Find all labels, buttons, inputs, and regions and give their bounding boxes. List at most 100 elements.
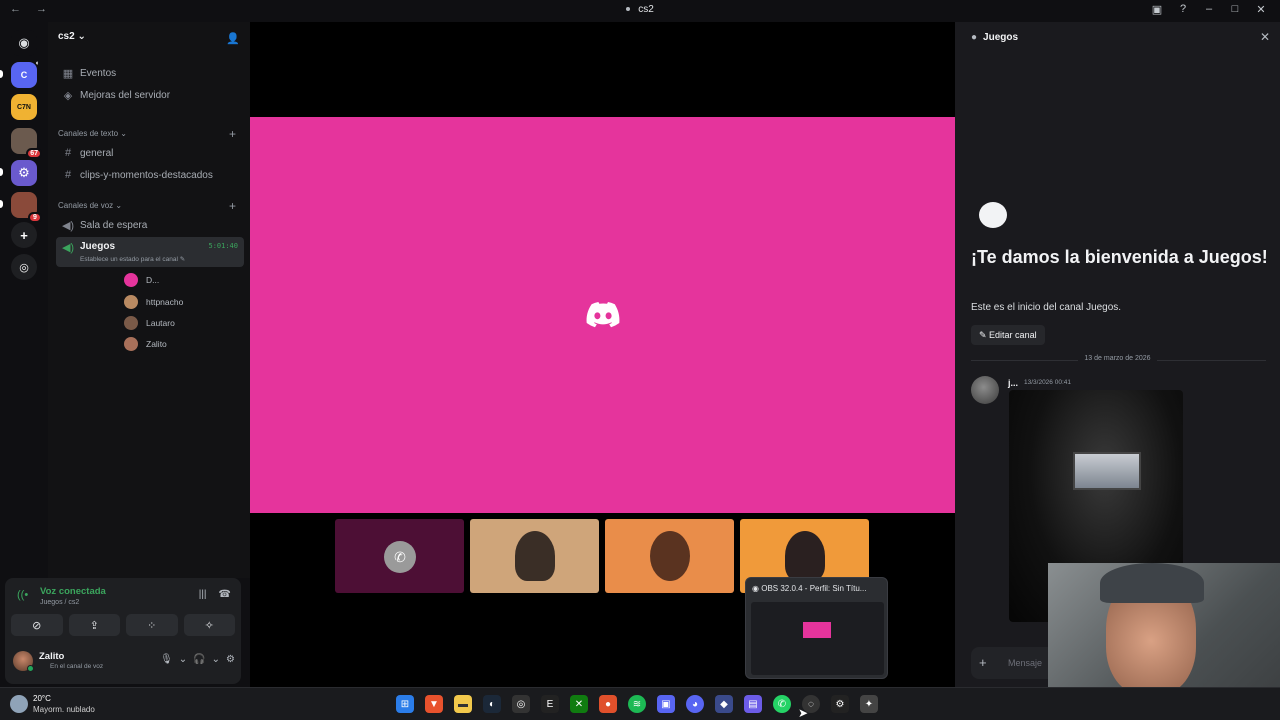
discord-home-icon[interactable]: ◉ [11,30,37,56]
channel-status[interactable]: Establece un estado para el canal ✎ [80,255,185,263]
pencil-icon: ✎ [979,329,990,340]
soundboard-button[interactable]: ✧ [183,614,235,636]
voice-user[interactable]: Lautaro [124,314,175,332]
edit-channel-button[interactable]: ✎ Editar canal [971,325,1045,345]
screen-share-button[interactable]: ⇪ [68,614,120,636]
activities-button[interactable]: ⁘ [126,614,178,636]
voice-category[interactable]: Canales de voz ⌄ + [58,199,242,213]
message-placeholder: Mensaje [1008,658,1043,668]
speaker-icon: ◖ [34,60,39,67]
window-title: cs2 [638,4,654,15]
avatar [124,316,138,330]
invite-icon[interactable]: 👤 [226,32,240,45]
spotify-icon[interactable]: ≋ [628,695,646,713]
chat-bubble-icon: ● [971,32,978,43]
events-item[interactable]: ▦ Eventos [56,63,244,83]
user-panel: ((• Voz conectada Juegos / cs2 ||| ☎ ⊘ ⇪… [5,578,241,684]
add-server-icon[interactable]: + [11,222,37,248]
title-bar: ← → cs2 ▣ ? – □ ✕ [0,0,1280,22]
maximize-button[interactable]: □ [1228,3,1242,16]
message-author[interactable]: j... [1008,378,1018,388]
message-timestamp: 13/3/2026 00:41 [1024,379,1071,386]
steam-icon[interactable]: ◐ [483,695,501,713]
file-explorer-icon[interactable]: ▬ [454,695,472,713]
phone-icon: ✆ [384,541,416,573]
gamepad-icon[interactable]: ▣ [657,695,675,713]
whatsapp-icon[interactable]: ✆ [773,695,791,713]
obs-taskbar-icon[interactable]: ◎ [512,695,530,713]
signal-icon: ((• [17,589,29,601]
add-attachment-icon[interactable]: + [979,655,987,670]
settings-icon[interactable]: ⚙ [831,695,849,713]
add-channel-icon[interactable]: + [229,127,236,141]
obs-icon: ◉ [752,584,759,593]
user-status: En el canal de voz [50,663,104,670]
channel-general[interactable]: # general [56,143,244,163]
app-icon[interactable]: ▤ [744,695,762,713]
voice-user[interactable]: Zalito [124,335,167,353]
avatar[interactable] [971,376,999,404]
xbox-icon[interactable]: ✕ [570,695,588,713]
channel-juegos[interactable]: ◀) Juegos 5:01:40 Establece un estado par… [56,237,244,267]
online-status-icon [27,665,34,672]
discord-taskbar-icon[interactable]: ◕ [686,695,704,713]
user-row[interactable]: Zalito En el canal de voz 🎙 ⌄ 🎧 ⌄ ⚙ [11,648,235,676]
participant-video [784,531,825,581]
server-icon-3[interactable]: 67 [11,128,42,159]
participant-tile[interactable] [470,519,599,593]
close-window-button[interactable]: ✕ [1254,3,1268,16]
server-icon-gear[interactable]: ⚙ [11,160,37,186]
calendar-icon: ▦ [62,67,74,80]
microphone-icon[interactable]: 🎙 [160,654,173,665]
voice-connected-title[interactable]: Voz conectada [40,586,106,597]
date-divider: 13 de marzo de 2026 [1078,355,1157,362]
close-icon[interactable]: ✕ [1260,30,1270,44]
settings-gear-icon[interactable]: ⚙ [226,654,235,665]
channel-clips[interactable]: # clips-y-momentos-destacados [56,165,244,185]
server-icon-c[interactable]: C ◖ [11,60,39,88]
origin-icon[interactable]: ● [599,695,617,713]
taskbar: 20°C Mayorm. nublado ⊞ ▼ ▬ ◐ ◎ E ✕ ● ≋ ▣… [0,687,1280,720]
cloud-icon [10,695,28,713]
server-icon-c7n[interactable]: C7N [11,94,37,120]
add-channel-icon[interactable]: + [229,199,236,213]
headphones-icon[interactable]: 🎧 [193,654,205,665]
voice-user[interactable]: D... [124,271,159,289]
server-dot-icon [626,7,631,12]
disconnect-icon[interactable]: ☎ [219,589,231,600]
brave-icon[interactable]: ▼ [425,695,443,713]
epic-games-icon[interactable]: E [541,695,559,713]
voice-connected-subtitle: Juegos / cs2 [40,599,80,606]
explore-icon[interactable]: ◎ [11,254,37,280]
server-icon-5[interactable]: 9 [11,192,42,223]
username: Zalito [39,651,65,662]
riot-icon[interactable]: ◆ [715,695,733,713]
noise-suppression-icon[interactable]: ||| [199,589,207,600]
weather-widget[interactable]: 20°C Mayorm. nublado [10,693,120,717]
boosts-item[interactable]: ◈ Mejoras del servidor [56,85,244,105]
channel-sala-de-espera[interactable]: ◀) Sala de espera [56,215,244,235]
weather-temp: 20°C [33,694,51,703]
help-icon[interactable]: ? [1176,3,1190,16]
focused-participant-tile[interactable] [250,117,955,513]
chevron-down-icon[interactable]: ⌄ [212,654,220,665]
obs-window-preview[interactable]: ◉ OBS 32.0.4 - Perfil: Sin Títu... [745,577,888,679]
guild-name[interactable]: cs2 ⌄ [58,31,86,42]
participant-tile[interactable]: ✆ [335,519,464,593]
chat-bubble-icon [979,202,1007,228]
participant-video [649,531,690,581]
minimize-button[interactable]: – [1202,3,1216,16]
voice-user[interactable]: httpnacho [124,293,183,311]
speaker-icon: ◀) [61,219,75,232]
inbox-icon[interactable]: ▣ [1150,3,1164,16]
chevron-down-icon[interactable]: ⌄ [179,654,187,665]
start-icon[interactable]: ⊞ [396,695,414,713]
text-category[interactable]: Canales de texto ⌄ + [58,127,242,141]
mouse-cursor-icon: ➤ [798,706,809,720]
participant-tile[interactable] [605,519,734,593]
system-settings-icon[interactable]: ✦ [860,695,878,713]
weather-condition: Mayorm. nublado [33,705,95,714]
camera-off-button[interactable]: ⊘ [11,614,63,636]
participant-video [514,531,555,581]
welcome-heading: ¡Te damos la bienvenida a Juegos! [971,247,1268,267]
